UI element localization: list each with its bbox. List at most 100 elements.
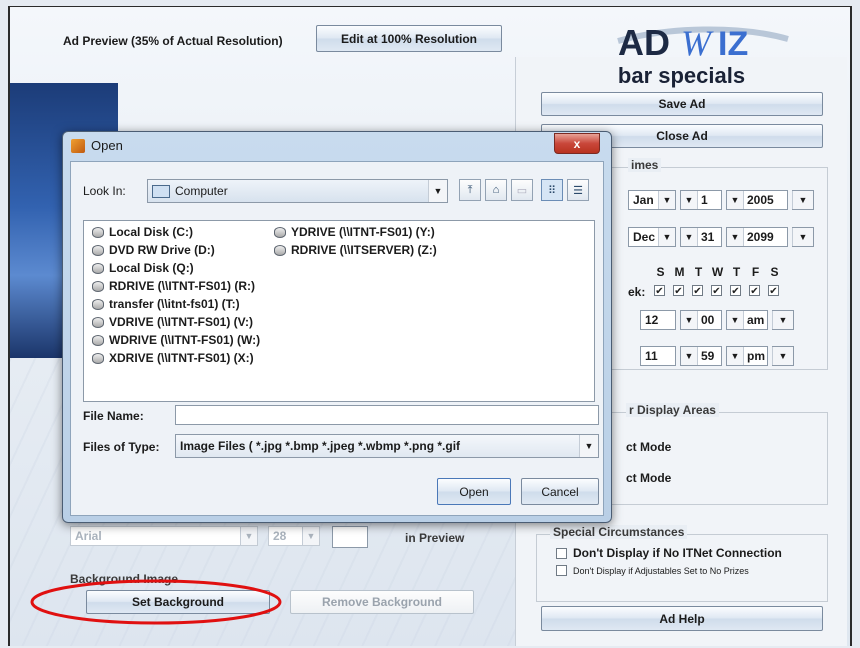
details-view-icon[interactable]: ☰ [567, 179, 589, 201]
svg-text:W: W [681, 23, 714, 61]
font-size-value: 28 [273, 529, 287, 543]
remove-background-button[interactable]: Remove Background [290, 590, 474, 614]
list-item[interactable]: RDRIVE (\\ITNT-FS01) (R:) [92, 279, 255, 293]
mode-option-2[interactable]: ct Mode [626, 471, 671, 485]
drive-icon [274, 226, 286, 238]
days-label: ek: [628, 285, 646, 299]
start-ampm-dropdown[interactable]: ▼ [772, 310, 794, 330]
look-in-select[interactable]: Computer ▼ [147, 179, 448, 203]
save-ad-button[interactable]: Save Ad [541, 92, 823, 116]
file-name-label: File Name: [83, 409, 144, 423]
start-month-value: Jan [633, 193, 654, 207]
day-checkbox[interactable]: ✔ [730, 285, 741, 297]
chevron-down-icon: ▼ [240, 527, 257, 545]
start-hour-select[interactable]: 12 [640, 310, 676, 330]
list-item[interactable]: Local Disk (C:) [92, 225, 193, 239]
file-type-label: Files of Type: [83, 440, 160, 454]
chevron-down-icon: ▼ [681, 191, 698, 209]
file-name: Local Disk (C:) [109, 225, 194, 239]
day-checkbox[interactable]: ✔ [654, 285, 665, 297]
svg-text:AD: AD [618, 22, 670, 61]
start-year-select[interactable]: ▼ 2005 [726, 190, 788, 210]
start-day-value: 1 [701, 193, 708, 207]
adjustables-checkbox[interactable] [556, 565, 567, 576]
preview-label: Ad Preview (35% of Actual Resolution) [63, 34, 283, 48]
weekday-checkboxes: ✔ ✔ ✔ ✔ ✔ ✔ ✔ [654, 285, 779, 297]
home-icon[interactable]: ⌂ [485, 179, 507, 201]
list-item[interactable]: DVD RW Drive (D:) [92, 243, 215, 257]
computer-icon [152, 184, 170, 198]
chevron-down-icon: ▼ [727, 311, 744, 329]
list-item[interactable]: Local Disk (Q:) [92, 261, 194, 275]
ad-help-button[interactable]: Ad Help [541, 606, 823, 631]
list-item[interactable]: YDRIVE (\\ITNT-FS01) (Y:) [274, 225, 435, 239]
day-checkbox[interactable]: ✔ [673, 285, 684, 297]
start-minute-select[interactable]: ▼ 00 [680, 310, 722, 330]
adwiz-logo-graphic: AD W IZ [617, 22, 789, 63]
day-checkbox[interactable]: ✔ [749, 285, 760, 297]
font-select[interactable]: Arial ▼ [70, 526, 258, 546]
chevron-down-icon: ▼ [579, 435, 598, 457]
end-year-dropdown[interactable]: ▼ [792, 227, 814, 247]
file-type-value: Image Files ( *.jpg *.bmp *.jpeg *.wbmp … [180, 439, 461, 453]
svg-text:IZ: IZ [718, 25, 748, 61]
file-name: Local Disk (Q:) [109, 261, 194, 275]
drive-icon [92, 352, 104, 364]
dialog-close-button[interactable]: x [554, 133, 600, 154]
up-folder-icon[interactable]: ⤒ [459, 179, 481, 201]
file-name: VDRIVE (\\ITNT-FS01) (V:) [109, 315, 254, 329]
drive-icon [92, 334, 104, 346]
start-year-value: 2005 [747, 193, 774, 207]
new-folder-icon[interactable]: ▭ [511, 179, 533, 201]
list-item[interactable]: XDRIVE (\\ITNT-FS01) (X:) [92, 351, 254, 365]
chevron-down-icon: ▼ [792, 191, 813, 209]
list-item[interactable]: WDRIVE (\\ITNT-FS01) (W:) [92, 333, 260, 347]
chevron-down-icon: ▼ [681, 228, 698, 246]
list-view-icon[interactable]: ⠿ [541, 179, 563, 201]
chevron-down-icon: ▼ [772, 311, 793, 329]
list-item[interactable]: RDRIVE (\\ITSERVER) (Z:) [274, 243, 437, 257]
chevron-down-icon: ▼ [428, 180, 447, 202]
adjustables-option[interactable]: Don't Display if Adjustables Set to No P… [556, 565, 749, 576]
weekday-header: S M T W T F S [651, 265, 784, 279]
list-item[interactable]: transfer (\\itnt-fs01) (T:) [92, 297, 240, 311]
start-ampm-select[interactable]: ▼ am [726, 310, 768, 330]
chevron-down-icon: ▼ [658, 191, 675, 209]
start-ampm-value: am [747, 313, 765, 327]
end-day-select[interactable]: ▼ 31 [680, 227, 722, 247]
end-minute-select[interactable]: ▼ 59 [680, 346, 722, 366]
file-name-input[interactable] [175, 405, 599, 425]
drive-icon [92, 298, 104, 310]
end-minute-value: 59 [701, 349, 715, 363]
day-checkbox[interactable]: ✔ [692, 285, 703, 297]
close-icon: x [573, 136, 581, 151]
end-ampm-select[interactable]: ▼ pm [726, 346, 768, 366]
itnet-checkbox[interactable] [556, 547, 567, 559]
end-year-select[interactable]: ▼ 2099 [726, 227, 788, 247]
dialog-title: Open [91, 138, 123, 153]
day-checkbox[interactable]: ✔ [711, 285, 722, 297]
open-dialog: Open x Look In: Computer ▼ ⤒ ⌂ ▭ ⠿ ☰ Loc… [62, 131, 612, 523]
chevron-down-icon: ▼ [772, 347, 793, 365]
start-day-select[interactable]: ▼ 1 [680, 190, 722, 210]
open-button[interactable]: Open [437, 478, 511, 505]
end-hour-select[interactable]: 11 [640, 346, 676, 366]
start-month-select[interactable]: Jan ▼ [628, 190, 676, 210]
end-month-select[interactable]: Dec ▼ [628, 227, 676, 247]
list-item[interactable]: VDRIVE (\\ITNT-FS01) (V:) [92, 315, 253, 329]
start-year-dropdown[interactable]: ▼ [792, 190, 814, 210]
cancel-button[interactable]: Cancel [521, 478, 599, 505]
day-checkbox[interactable]: ✔ [768, 285, 779, 297]
edit-full-resolution-button[interactable]: Edit at 100% Resolution [316, 25, 502, 52]
chevron-down-icon: ▼ [658, 228, 675, 246]
color-field[interactable] [332, 526, 368, 548]
start-hour-value: 12 [645, 313, 659, 327]
mode-option-1[interactable]: ct Mode [626, 440, 671, 454]
end-ampm-dropdown[interactable]: ▼ [772, 346, 794, 366]
look-in-value: Computer [175, 184, 228, 198]
itnet-option[interactable]: Don't Display if No ITNet Connection [556, 546, 782, 560]
file-type-select[interactable]: Image Files ( *.jpg *.bmp *.jpeg *.wbmp … [175, 434, 599, 458]
font-size-select[interactable]: 28 ▼ [268, 526, 320, 546]
chevron-down-icon: ▼ [681, 347, 698, 365]
chevron-down-icon: ▼ [727, 191, 744, 209]
